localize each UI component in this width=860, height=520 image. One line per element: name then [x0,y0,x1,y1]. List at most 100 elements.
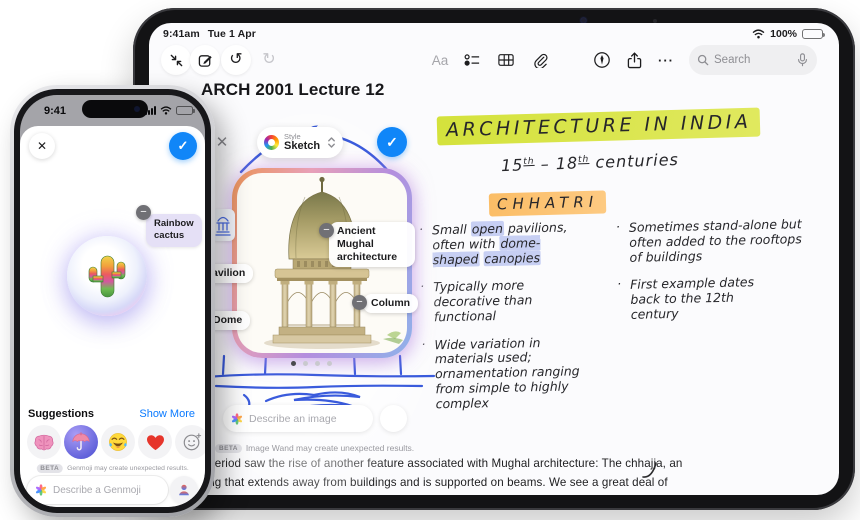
markup-pencil-icon [594,52,610,68]
mini-pavilion-sketch-icon [215,216,231,236]
attachment-button[interactable] [525,45,555,75]
brain-emoji-icon [34,434,54,450]
describe-genmoji-field[interactable] [27,476,168,504]
search-icon [697,54,709,66]
highlighted-word: open [470,220,505,237]
tag-text: cactus [154,230,185,242]
table-icon [498,54,514,66]
tag-ancient-mughal-architecture[interactable]: Ancient Mughal architecture [329,222,415,268]
bullet-text: Wide variation in materials used; orname… [434,334,580,411]
dot-active[interactable] [291,361,296,366]
share-button[interactable] [619,45,649,75]
ipad-status-right: 100% [752,28,825,40]
style-rainbow-icon [264,135,279,150]
search-input[interactable] [714,54,792,66]
collapse-note-button[interactable] [161,45,191,75]
handwritten-subtitle: 15th – 18th centuries [501,150,679,175]
redo-button[interactable]: ↻ [254,45,284,75]
genmoji-close-button[interactable]: ✕ [29,133,55,159]
checklist-button[interactable] [457,45,487,75]
battery-icon [802,29,825,39]
bullet-dot: · [615,219,621,235]
handwritten-section: CHHATRI [488,190,607,217]
umbrella-emoji-icon [72,432,90,451]
compose-button[interactable] [190,45,220,75]
subtitle-sup: th [577,154,590,166]
check-icon: ✓ [177,138,189,153]
beta-text: Genmoji may create unexpected results. [67,465,189,472]
tag-text: Ancient Mughal [337,225,376,251]
ipad-status-left: 9:41am Tue 1 Apr [163,28,256,40]
suggestion-create-new-emoji[interactable] [175,425,205,459]
genmoji-tag-rainbow-cactus[interactable]: Rainbow cactus [146,214,202,247]
tag-text: Dome [213,314,243,326]
describe-image-field[interactable] [223,405,373,432]
suggestion-umbrella-emoji-selected[interactable] [64,425,98,459]
handwritten-heading: ARCHITECTURE IN INDIA [436,107,761,146]
image-wand-accept-button[interactable]: ✓ [377,127,407,157]
tag-text: architecture [337,251,398,264]
tag-text: Rainbow [154,218,194,229]
wifi-icon [752,29,765,39]
iphone-screen: 9:41 ✕ ✓ − Rainbow cactus Suggestions Sh… [20,95,205,507]
remove-tag-button[interactable]: − [352,295,367,310]
laughing-emoji-icon [109,433,127,451]
bullet-item: · First example dates back to the 12th ce… [616,274,768,322]
ipad-screen: 9:41am Tue 1 Apr 100% ↺ ↻ Aa ··· Search … [149,23,839,495]
show-more-link[interactable]: Show More [139,408,195,420]
stage: 9:41am Tue 1 Apr 100% ↺ ↻ Aa ··· Search … [0,0,860,520]
bullet-text: Sometimes stand-alone but often added to… [628,216,802,265]
image-wand-beta-note: BETA Image Wand may create unexpected re… [215,443,414,453]
remove-genmoji-tag-button[interactable]: − [136,205,151,220]
suggestion-laughing-emoji[interactable] [101,425,135,459]
describe-genmoji-input[interactable] [53,484,153,496]
bullet-dot: · [616,276,622,292]
close-icon: ✕ [36,139,48,153]
battery-icon [176,106,195,115]
more-button[interactable]: ··· [651,45,681,75]
undo-icon: ↺ [229,51,243,68]
person-genmoji-button[interactable] [170,476,198,504]
compose-icon [198,54,212,67]
describe-image-input[interactable] [249,412,349,425]
minus-icon: − [323,224,330,236]
ipad-status-time: 9:41am [163,28,200,40]
table-button[interactable] [491,45,521,75]
dot[interactable] [327,361,332,366]
text-format-icon: Aa [431,52,449,68]
plus-icon [387,412,400,425]
style-picker[interactable]: Style Sketch [257,127,343,158]
undo-button[interactable]: ↺ [221,45,251,75]
iphone-bezel: 9:41 ✕ ✓ − Rainbow cactus Suggestions Sh… [14,89,211,513]
suggestion-heart-emoji[interactable] [138,425,172,459]
subtitle-part: – [534,154,557,174]
add-image-prompt-button[interactable] [380,405,407,432]
ellipsis-icon: ··· [658,52,674,68]
dot[interactable] [315,361,320,366]
subtitle-part: 18 [555,153,579,174]
suggestions-label: Suggestions [28,408,95,420]
genmoji-beta-note: BETA Genmoji may create unexpected resul… [36,464,189,473]
chevron-up-down-icon [328,137,335,148]
beta-badge: BETA [215,443,242,453]
iphone-status-icons [145,106,195,115]
text-format-button[interactable]: Aa [425,45,455,75]
share-icon [627,51,641,68]
genmoji-preview-bubble [67,236,147,316]
dynamic-island [82,100,148,118]
bullet-text: Typically more decorative than functiona… [433,277,533,325]
tag-column[interactable]: Column [363,294,419,314]
suggestion-brain-emoji[interactable] [27,425,61,459]
battery-percent: 100% [770,28,797,40]
section-highlight: CHHATRI [488,190,607,217]
search-field[interactable] [689,45,817,75]
dot[interactable] [303,361,308,366]
markup-button[interactable] [587,45,617,75]
remove-tag-button[interactable]: − [319,223,334,238]
new-emoji-icon [183,433,202,451]
mic-icon[interactable] [797,53,808,67]
image-variant-dots[interactable] [291,361,332,366]
note-title: ARCH 2001 Lecture 12 [201,80,385,99]
genmoji-accept-button[interactable]: ✓ [169,132,197,160]
check-icon: ✓ [386,133,398,150]
